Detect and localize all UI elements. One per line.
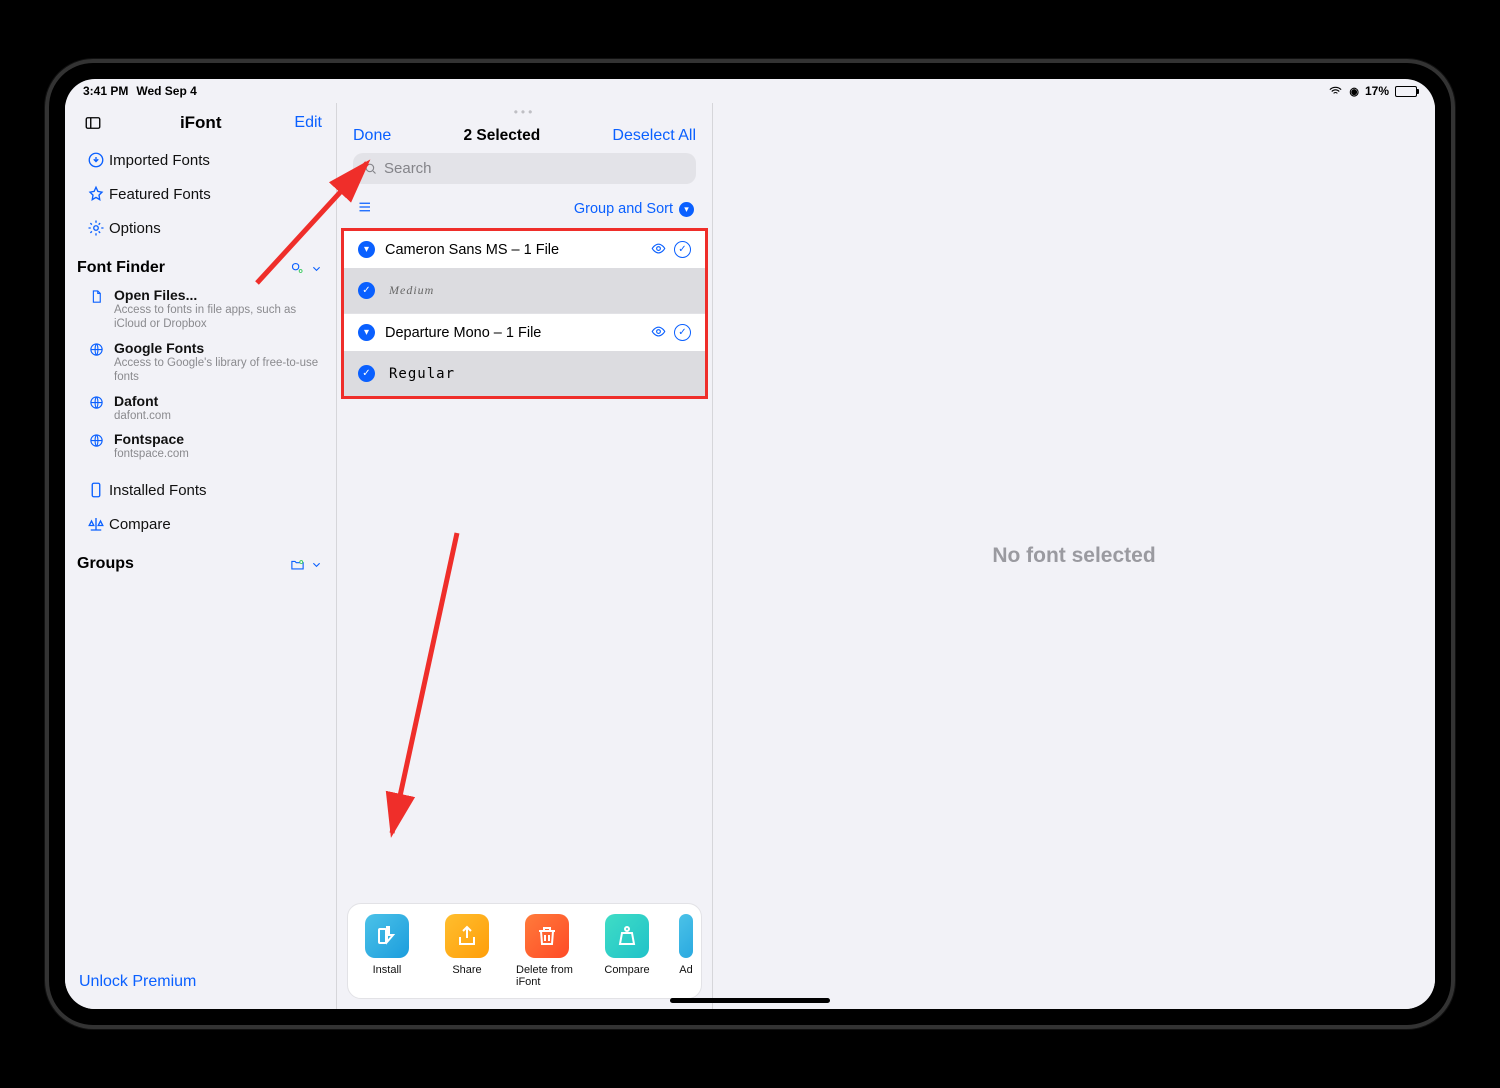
selected-check-icon[interactable]: ✓ (358, 365, 375, 382)
sidebar-item-featured[interactable]: Featured Fonts (73, 177, 328, 211)
action-toolbar: Install Share Delete from iFont Compare (347, 903, 702, 999)
variant-label: Medium (389, 283, 434, 298)
battery-icon (1395, 86, 1417, 97)
finder-fontspace[interactable]: Fontspacefontspace.com (65, 427, 336, 465)
detail-pane: No font selected (713, 103, 1435, 1009)
trash-icon (525, 914, 569, 958)
install-icon (365, 914, 409, 958)
sidebar: iFont Edit Imported Fonts Featured Fonts (65, 103, 337, 1009)
finder-dafont[interactable]: Dafontdafont.com (65, 389, 336, 427)
empty-state-text: No font selected (992, 544, 1155, 568)
selection-count: 2 Selected (463, 127, 540, 145)
sidebar-item-label: Featured Fonts (109, 186, 211, 203)
font-group-cameron[interactable]: ▾ Cameron Sans MS – 1 File ✓ (344, 231, 705, 268)
globe-icon (89, 395, 104, 415)
home-indicator[interactable] (670, 998, 830, 1003)
share-button[interactable]: Share (436, 914, 498, 988)
font-variant-row[interactable]: ✓ Regular (344, 351, 705, 396)
variant-label: Regular (389, 366, 455, 382)
status-time: 3:41 PM (83, 84, 128, 98)
device-icon (83, 481, 109, 499)
ellipsis-icon[interactable]: ••• (337, 103, 712, 119)
selected-check-icon[interactable]: ✓ (358, 282, 375, 299)
check-circle-icon[interactable]: ✓ (674, 241, 691, 258)
font-list: ▾ Cameron Sans MS – 1 File ✓ ✓ Medium ▾ … (341, 228, 708, 399)
search-placeholder: Search (384, 160, 432, 177)
group-sort-button[interactable]: Group and Sort ▾ (574, 201, 694, 217)
gear-icon (83, 219, 109, 237)
star-icon (83, 185, 109, 203)
globe-icon (89, 342, 104, 362)
font-variant-row[interactable]: ✓ Medium (344, 268, 705, 313)
groups-add-icon[interactable] (290, 557, 324, 572)
weight-icon (605, 914, 649, 958)
status-date: Wed Sep 4 (136, 84, 196, 98)
sidebar-item-compare[interactable]: Compare (73, 507, 328, 541)
annotation-arrow-toolbar (367, 523, 477, 853)
unlock-premium-button[interactable]: Unlock Premium (79, 973, 196, 990)
compare-button[interactable]: Compare (596, 914, 658, 988)
scale-icon (83, 515, 109, 533)
ipad-frame: 3:41 PM Wed Sep 4 ◉ 17% iFont Edit (45, 59, 1455, 1029)
sidebar-item-label: Compare (109, 516, 171, 533)
sidebar-item-label: Imported Fonts (109, 152, 210, 169)
share-icon (445, 914, 489, 958)
sidebar-item-options[interactable]: Options (73, 211, 328, 245)
font-name: Cameron Sans MS – 1 File (385, 242, 641, 258)
download-circle-icon (83, 151, 109, 169)
location-icon: ◉ (1349, 85, 1359, 98)
delete-button[interactable]: Delete from iFont (516, 914, 578, 988)
finder-google-fonts[interactable]: Google FontsAccess to Google's library o… (65, 336, 336, 389)
file-icon (89, 289, 104, 309)
sidebar-item-imported[interactable]: Imported Fonts (73, 143, 328, 177)
groups-heading: Groups (65, 541, 336, 579)
sidebar-item-installed[interactable]: Installed Fonts (73, 473, 328, 507)
chevron-down-icon: ▾ (679, 202, 694, 217)
battery-pct: 17% (1365, 84, 1389, 98)
eye-icon[interactable] (651, 324, 666, 339)
list-filter-icon[interactable] (355, 198, 373, 220)
font-finder-add-icon[interactable] (290, 261, 324, 276)
done-button[interactable]: Done (353, 127, 391, 145)
font-finder-heading: Font Finder (65, 245, 336, 283)
app-title: iFont (107, 113, 294, 133)
edit-button[interactable]: Edit (294, 114, 322, 132)
font-name: Departure Mono – 1 File (385, 325, 641, 341)
sidebar-item-label: Installed Fonts (109, 482, 207, 499)
collapse-icon[interactable]: ▾ (358, 324, 375, 341)
more-action-button[interactable]: Ad (676, 914, 696, 988)
check-circle-icon[interactable]: ✓ (674, 324, 691, 341)
globe-icon (89, 433, 104, 453)
install-button[interactable]: Install (356, 914, 418, 988)
search-icon (363, 161, 378, 176)
more-icon (679, 914, 693, 958)
deselect-all-button[interactable]: Deselect All (612, 127, 696, 145)
screen: 3:41 PM Wed Sep 4 ◉ 17% iFont Edit (65, 79, 1435, 1009)
collapse-icon[interactable]: ▾ (358, 241, 375, 258)
sidebar-item-label: Options (109, 220, 161, 237)
search-input[interactable]: Search (353, 153, 696, 184)
font-list-column: ••• Done 2 Selected Deselect All Search (337, 103, 713, 1009)
status-bar: 3:41 PM Wed Sep 4 ◉ 17% (65, 79, 1435, 103)
font-group-departure[interactable]: ▾ Departure Mono – 1 File ✓ (344, 313, 705, 351)
finder-open-files[interactable]: Open Files...Access to fonts in file app… (65, 283, 336, 336)
eye-icon[interactable] (651, 241, 666, 256)
wifi-icon (1328, 84, 1343, 99)
sidebar-toggle-icon[interactable] (79, 114, 107, 132)
